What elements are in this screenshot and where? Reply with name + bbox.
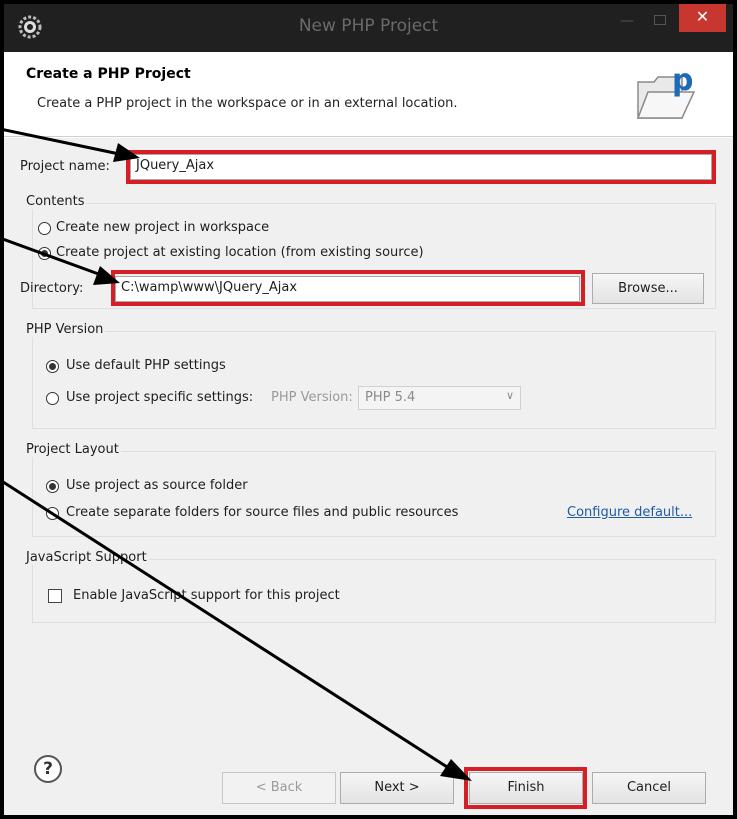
radio-separate-folders[interactable] [46,507,59,520]
browse-button[interactable]: Browse... [592,273,704,304]
project-name-highlight [126,150,716,184]
back-button[interactable]: < Back [222,772,336,804]
project-layout-group-label: Project Layout [24,442,121,457]
directory-highlight [111,270,585,306]
minimize-button[interactable]: — [610,10,644,40]
wizard-header: Create a PHP Project Create a PHP projec… [4,52,733,137]
javascript-support-label[interactable]: Enable JavaScript support for this proje… [73,588,340,603]
close-button[interactable]: ✕ [679,4,726,32]
svg-text:p: p [672,63,693,98]
option-specific-php-label[interactable]: Use project specific settings: [66,390,253,405]
php-version-value: PHP 5.4 [365,390,416,405]
directory-label: Directory: [20,281,84,296]
radio-specific-php[interactable] [46,392,59,405]
maximize-button[interactable] [644,10,678,40]
php-version-group-label: PHP Version [24,322,106,337]
wizard-description: Create a PHP project in the workspace or… [37,96,458,111]
option-separate-folders-label[interactable]: Create separate folders for source files… [66,505,458,520]
radio-default-php[interactable] [46,360,59,373]
finish-highlight [464,767,587,809]
contents-group-label: Contents [24,194,87,209]
javascript-support-group-label: JavaScript Support [24,550,149,565]
php-version-group [32,331,716,429]
maximize-icon [654,15,666,25]
wizard-body: Project name: JQuery_Ajax Contents Creat… [4,138,733,742]
wizard-title: Create a PHP Project [26,66,191,82]
help-icon[interactable]: ? [34,755,62,783]
radio-existing-location[interactable] [38,247,51,260]
next-button[interactable]: Next > [340,772,454,804]
option-new-project-label[interactable]: Create new project in workspace [56,220,269,235]
new-php-project-dialog: New PHP Project — ✕ Create a PHP Project… [4,4,733,815]
project-name-label: Project name: [20,159,110,174]
title-bar[interactable]: New PHP Project — ✕ [4,4,733,52]
php-project-folder-icon: p [636,63,696,119]
radio-source-folder[interactable] [46,480,59,493]
option-default-php-label[interactable]: Use default PHP settings [66,358,226,373]
configure-default-link[interactable]: Configure default... [567,505,692,520]
javascript-support-checkbox[interactable] [48,589,62,603]
radio-new-project[interactable] [38,222,51,235]
option-existing-location-label[interactable]: Create project at existing location (fro… [56,245,424,260]
option-source-folder-label[interactable]: Use project as source folder [66,478,248,493]
chevron-down-icon: ∨ [505,389,514,402]
php-version-label: PHP Version: [271,390,353,405]
cancel-button[interactable]: Cancel [592,772,706,804]
button-bar: ? < Back Next > Finish Cancel [4,742,733,815]
php-version-select[interactable]: PHP 5.4 ∨ [358,386,521,410]
project-layout-group [32,451,716,537]
